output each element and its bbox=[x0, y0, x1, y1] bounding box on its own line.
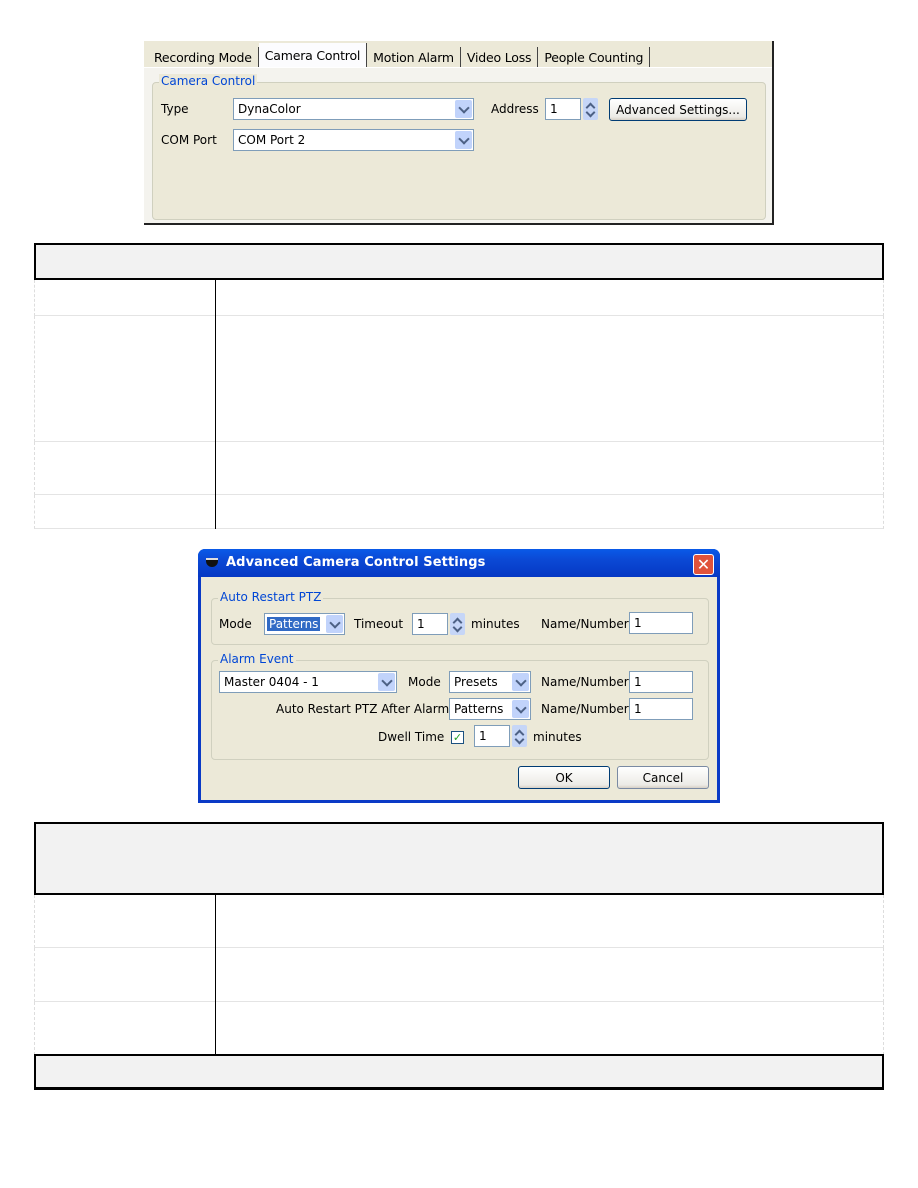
ok-button[interactable]: OK bbox=[518, 766, 610, 789]
tab-people-counting[interactable]: People Counting bbox=[538, 47, 651, 67]
chevron-down-icon[interactable] bbox=[512, 673, 529, 691]
tab-camera-control[interactable]: Camera Control bbox=[258, 43, 368, 67]
table-row bbox=[34, 495, 884, 529]
address-input[interactable]: 1 bbox=[545, 98, 581, 120]
com-port-label: COM Port bbox=[161, 133, 217, 147]
tab-motion-alarm[interactable]: Motion Alarm bbox=[367, 47, 461, 67]
table-row bbox=[34, 1002, 884, 1055]
dwell-time-label: Dwell Time bbox=[378, 730, 445, 744]
group-title: Alarm Event bbox=[218, 652, 296, 666]
advanced-settings-button[interactable]: Advanced Settings... bbox=[609, 98, 747, 121]
tab-video-loss[interactable]: Video Loss bbox=[460, 47, 539, 67]
after-alarm-name-label: Name/Number bbox=[541, 702, 629, 716]
group-title: Auto Restart PTZ bbox=[218, 590, 324, 604]
arrow-down-icon[interactable] bbox=[514, 734, 525, 745]
camera-control-panel-screenshot: Recording Mode Camera Control Motion Ala… bbox=[144, 41, 774, 225]
type-value: DynaColor bbox=[238, 102, 301, 116]
tab-recording-mode[interactable]: Recording Mode bbox=[146, 47, 259, 67]
chevron-down-icon[interactable] bbox=[512, 700, 529, 718]
table-row bbox=[34, 895, 884, 948]
com-port-select[interactable]: COM Port 2 bbox=[233, 129, 474, 151]
com-port-value: COM Port 2 bbox=[238, 133, 306, 147]
column-divider bbox=[215, 895, 216, 1055]
alarm-mode-select[interactable]: Presets bbox=[449, 671, 531, 693]
settings-table-1 bbox=[34, 243, 884, 529]
checkmark-icon: ✓ bbox=[452, 731, 463, 744]
chevron-down-icon[interactable] bbox=[455, 100, 472, 118]
tab-strip: Recording Mode Camera Control Motion Ala… bbox=[146, 43, 651, 67]
alarm-name-input[interactable]: 1 bbox=[629, 671, 693, 693]
after-alarm-label: Auto Restart PTZ After Alarm bbox=[276, 702, 450, 716]
mode-label: Mode bbox=[219, 617, 252, 631]
type-select[interactable]: DynaColor bbox=[233, 98, 474, 120]
table-header bbox=[34, 243, 884, 280]
close-button[interactable]: ✕ bbox=[693, 554, 714, 575]
table-footer bbox=[34, 1054, 884, 1090]
timeout-input[interactable]: 1 bbox=[412, 613, 448, 635]
dialog-body: Auto Restart PTZ Mode Patterns Timeout 1… bbox=[201, 577, 717, 800]
chevron-down-icon[interactable] bbox=[326, 615, 343, 633]
dwell-minutes-label: minutes bbox=[533, 730, 582, 744]
dwell-time-checkbox[interactable]: ✓ bbox=[451, 731, 464, 744]
dialog-titlebar[interactable]: Advanced Camera Control Settings ✕ bbox=[198, 549, 720, 577]
table-row bbox=[34, 442, 884, 495]
chevron-down-icon[interactable] bbox=[378, 673, 395, 691]
close-icon: ✕ bbox=[696, 554, 711, 574]
settings-table-2 bbox=[34, 822, 884, 1090]
alarm-mode-label: Mode bbox=[408, 675, 441, 689]
table-row bbox=[34, 948, 884, 1002]
name-number-label: Name/Number bbox=[541, 617, 629, 631]
event-value: Master 0404 - 1 bbox=[224, 675, 319, 689]
alarm-mode-value: Presets bbox=[454, 675, 498, 689]
after-alarm-name-input[interactable]: 1 bbox=[629, 698, 693, 720]
after-alarm-select[interactable]: Patterns bbox=[449, 698, 531, 720]
timeout-label: Timeout bbox=[354, 617, 404, 631]
after-alarm-value: Patterns bbox=[454, 702, 504, 716]
dwell-time-spinner[interactable] bbox=[512, 725, 527, 747]
alarm-name-number-label: Name/Number bbox=[541, 675, 629, 689]
auto-restart-name-input[interactable]: 1 bbox=[629, 612, 693, 634]
group-title: Camera Control bbox=[159, 74, 258, 88]
table-header bbox=[34, 822, 884, 895]
type-label: Type bbox=[161, 102, 189, 116]
alarm-event-select[interactable]: Master 0404 - 1 bbox=[219, 671, 397, 693]
camera-icon bbox=[206, 558, 218, 567]
auto-restart-mode-select[interactable]: Patterns bbox=[264, 613, 345, 635]
dialog-title: Advanced Camera Control Settings bbox=[226, 555, 486, 570]
dwell-time-input[interactable]: 1 bbox=[474, 725, 510, 747]
cancel-button[interactable]: Cancel bbox=[617, 766, 709, 789]
mode-value: Patterns bbox=[267, 617, 321, 631]
minutes-label: minutes bbox=[471, 617, 520, 631]
address-spinner[interactable] bbox=[583, 98, 598, 120]
arrow-down-icon[interactable] bbox=[585, 107, 596, 118]
arrow-down-icon[interactable] bbox=[452, 622, 463, 633]
address-label: Address bbox=[491, 102, 539, 116]
table-row bbox=[34, 316, 884, 442]
timeout-spinner[interactable] bbox=[450, 613, 465, 635]
tab-panel: Camera Control Type DynaColor COM Port C… bbox=[144, 67, 772, 223]
column-divider bbox=[215, 280, 216, 529]
table-row bbox=[34, 280, 884, 316]
chevron-down-icon[interactable] bbox=[455, 131, 472, 149]
advanced-camera-control-dialog: Advanced Camera Control Settings ✕ Auto … bbox=[198, 549, 720, 803]
